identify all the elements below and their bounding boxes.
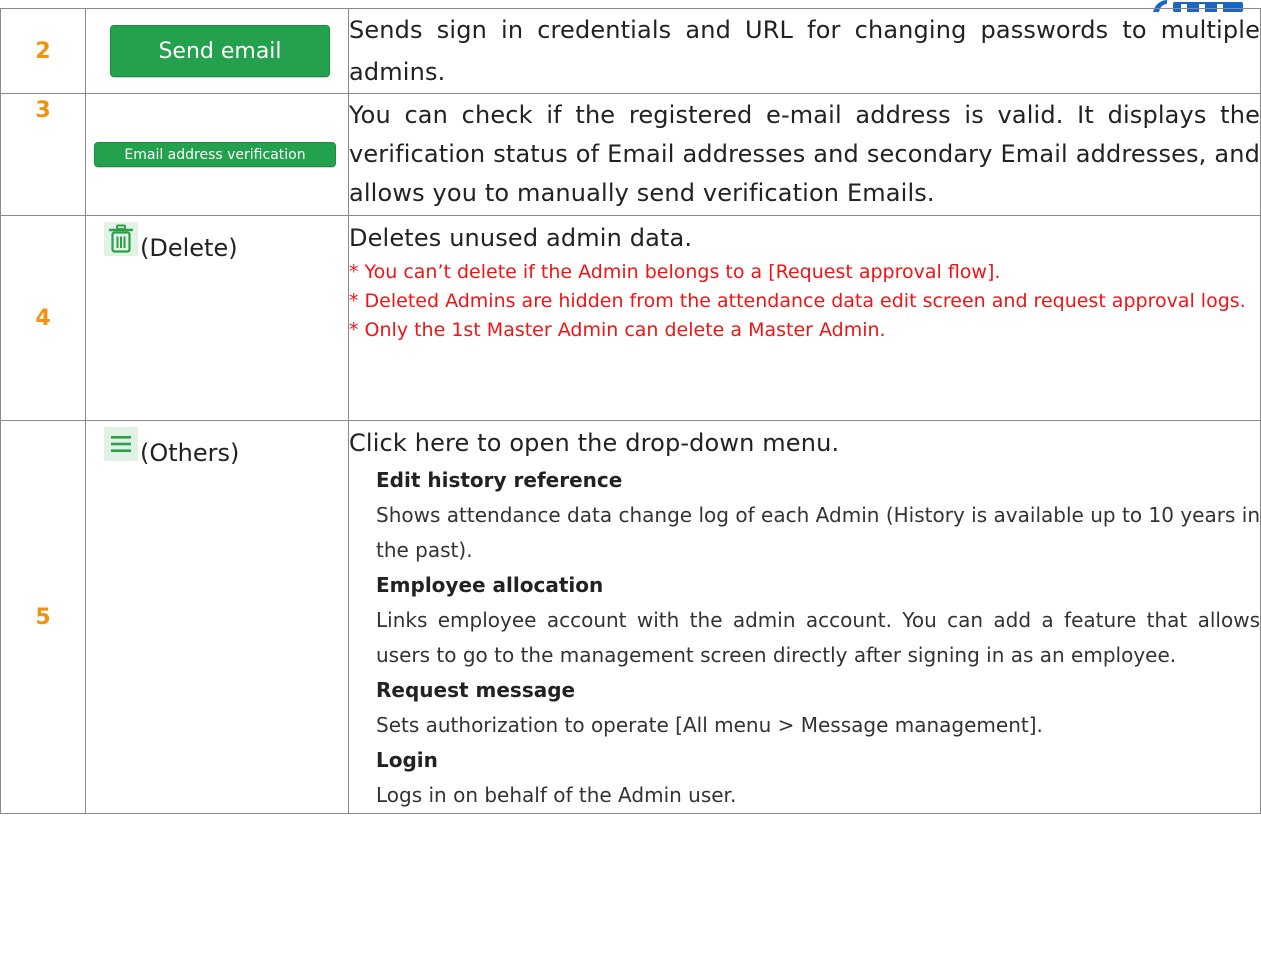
description-cell: Deletes unused admin data. * You can’t d… — [348, 215, 1261, 421]
menu-item-heading: Edit history reference — [376, 468, 623, 492]
row-number: 2 — [0, 8, 86, 94]
control-cell: (Others) — [85, 420, 349, 814]
table-row: 3 Email address verification You can che… — [0, 93, 1261, 216]
control-cell: (Delete) — [85, 215, 349, 421]
note-3: * Only the 1st Master Admin can delete a… — [349, 319, 886, 341]
description-cell: Click here to open the drop-down menu. E… — [348, 420, 1261, 814]
description-text: Click here to open the drop-down menu. — [349, 429, 840, 457]
row-number: 5 — [0, 420, 86, 814]
trash-icon[interactable] — [104, 222, 138, 256]
menu-item-text: Shows attendance data change log of each… — [376, 503, 1260, 562]
delete-label: (Delete) — [140, 234, 238, 262]
row-number: 3 — [0, 93, 86, 216]
feature-table: 2 Send email Sends sign in credentials a… — [0, 8, 1261, 814]
menu-item-text: Links employee account with the admin ac… — [376, 608, 1260, 667]
menu-item-heading: Login — [376, 748, 438, 772]
row-number: 4 — [0, 215, 86, 421]
table-row: 5 (Others) Click here to open the drop-d… — [0, 420, 1261, 814]
send-email-button[interactable]: Send email — [110, 25, 330, 77]
others-label: (Others) — [140, 439, 240, 467]
note-2: * Deleted Admins are hidden from the att… — [349, 290, 1246, 312]
table-row: 2 Send email Sends sign in credentials a… — [0, 8, 1261, 94]
control-cell: Send email — [85, 8, 349, 94]
menu-item-heading: Request message — [376, 678, 576, 702]
description-text: Deletes unused admin data. — [349, 224, 693, 252]
control-cell: Email address verification — [85, 93, 349, 216]
email-verification-button[interactable]: Email address verification — [94, 142, 336, 167]
menu-icon[interactable] — [104, 427, 138, 461]
description-text: Sends sign in credentials and URL for ch… — [349, 16, 1260, 86]
description-cell: You can check if the registered e-mail a… — [348, 93, 1261, 216]
note-1: * You can’t delete if the Admin belongs … — [349, 261, 1001, 283]
table-row: 4 (Delete) Deletes unused admin data. * … — [0, 215, 1261, 421]
description-text: You can check if the registered e-mail a… — [349, 101, 1260, 207]
menu-item-heading: Employee allocation — [376, 573, 604, 597]
menu-items: Edit history reference Shows attendance … — [349, 463, 1260, 813]
description-cell: Sends sign in credentials and URL for ch… — [348, 8, 1261, 94]
menu-item-text: Sets authorization to operate [All menu … — [376, 713, 1043, 737]
menu-item-text: Logs in on behalf of the Admin user. — [376, 783, 737, 807]
